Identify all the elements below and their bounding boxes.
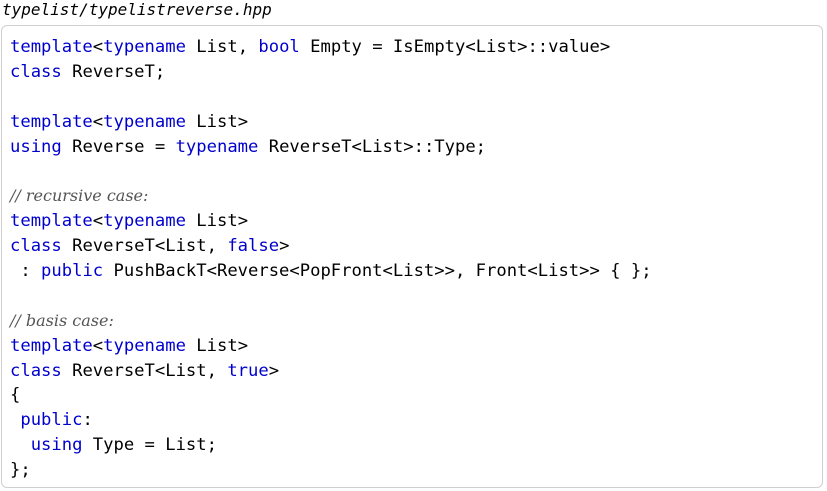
code-text: ReverseT<List, <box>61 236 228 257</box>
code-text: Reverse = <box>61 136 176 157</box>
code-comment: // basis case: <box>10 310 114 330</box>
code-line: template<typename List> <box>10 334 652 359</box>
code-text: ReverseT<List, <box>61 360 228 381</box>
code-text: < <box>92 111 104 132</box>
code-line: template<typename List, bool Empty = IsE… <box>10 35 652 60</box>
code-text: < <box>92 335 104 356</box>
code-keyword: class <box>10 236 62 257</box>
code-text: List> <box>185 111 249 132</box>
code-text: < <box>92 37 104 57</box>
code-keyword: template <box>10 335 93 356</box>
code-line: }; <box>10 458 652 483</box>
code-line: using Reverse = typename ReverseT<List>:… <box>10 135 652 160</box>
code-keyword: using <box>10 136 62 157</box>
code-keyword: public <box>20 410 83 431</box>
code-keyword: using <box>30 435 83 456</box>
code-line: template<typename List> <box>10 110 652 135</box>
code-text: Type = List; <box>82 435 217 456</box>
code-keyword: typename <box>103 37 186 57</box>
code-text: > <box>268 360 280 381</box>
code-keyword: template <box>10 211 93 232</box>
code-keyword: true <box>227 360 269 381</box>
code-keyword: typename <box>103 211 186 232</box>
code-text: : <box>10 261 42 282</box>
code-line: // basis case: <box>10 309 652 334</box>
code-text: }; <box>10 460 31 481</box>
code-keyword: template <box>10 37 93 57</box>
code-text: List> <box>185 335 249 356</box>
code-keyword: typename <box>103 111 186 132</box>
code-keyword: class <box>10 360 62 381</box>
code-text: List, <box>185 37 259 57</box>
code-keyword: false <box>227 236 280 257</box>
code-line: class ReverseT; <box>10 60 652 85</box>
code-keyword: class <box>10 61 62 82</box>
code-text: { <box>10 385 21 406</box>
code-line: class ReverseT<List, true> <box>10 359 652 384</box>
code-text: > <box>279 236 290 257</box>
code-line: using Type = List; <box>10 433 652 458</box>
code-line: template<typename List> <box>10 209 652 234</box>
code-line: public: <box>10 408 652 433</box>
code-listing: template<typename List, bool Empty = IsE… <box>10 35 652 483</box>
code-text: List> <box>185 211 249 232</box>
code-text: PushBackT<Reverse<PopFront<List>>, Front… <box>103 261 652 282</box>
code-keyword: typename <box>103 335 186 356</box>
code-line: class ReverseT<List, false> <box>10 234 652 259</box>
code-keyword: typename <box>175 136 259 157</box>
file-title: typelist/typelistreverse.hpp <box>2 0 272 19</box>
code-line: : public PushBackT<Reverse<PopFront<List… <box>10 259 652 284</box>
code-line: { <box>10 383 652 408</box>
code-line: // recursive case: <box>10 184 652 209</box>
code-text: ReverseT<List>::Type; <box>258 136 487 157</box>
code-text: < <box>92 211 104 232</box>
code-keyword: bool <box>258 37 300 57</box>
code-comment: // recursive case: <box>10 186 149 206</box>
code-keyword: public <box>41 261 104 282</box>
code-text: ReverseT; <box>61 61 166 82</box>
code-text: Empty = IsEmpty<List>::value> <box>299 37 611 57</box>
code-keyword: template <box>10 111 93 132</box>
code-text: : <box>82 410 93 431</box>
